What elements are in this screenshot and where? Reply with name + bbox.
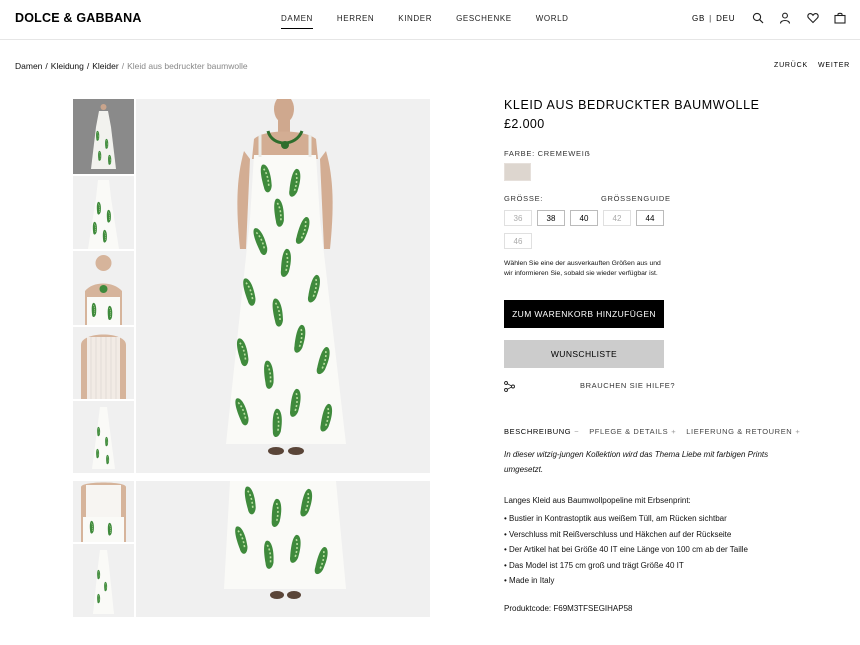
breadcrumb-kleider[interactable]: Kleider [92,61,118,71]
lang-separator: | [709,14,713,23]
breadcrumb-separator: / [45,61,48,71]
site-header: DOLCE & GABBANA DAMEN HERREN KINDER GESC… [0,0,860,40]
size-guide-link[interactable]: GRÖSSENGUIDE [601,194,671,203]
list-item: Verschluss mit Reißverschluss und Häkche… [504,527,748,543]
brand-logo[interactable]: DOLCE & GABBANA [15,11,142,25]
bag-icon[interactable] [834,12,846,24]
thumbnail-front-body[interactable] [73,176,134,249]
thumbnail-back-full[interactable] [73,401,134,473]
heart-icon[interactable] [807,12,819,24]
color-swatch-cremeweiss[interactable] [504,163,531,181]
country-code: GB [692,14,706,23]
size-option-42[interactable]: 42 [603,210,631,226]
account-icon[interactable] [779,12,791,24]
out-of-stock-note: Wählen Sie eine der ausverkauften Größen… [504,260,661,277]
size-option-44[interactable]: 44 [636,210,664,226]
tab-lieferung-retouren[interactable]: LIEFERUNG & RETOUREN + [686,427,800,436]
tab-label: PFLEGE & DETAILS [589,427,669,436]
breadcrumb-kleidung[interactable]: Kleidung [51,61,84,71]
thumbnail-side-full[interactable] [73,544,134,617]
help-link[interactable]: BRAUCHEN SIE HILFE? [580,381,675,390]
nav-world[interactable]: WORLD [536,14,569,28]
list-item: Made in Italy [504,573,748,589]
search-icon[interactable] [752,12,764,24]
plus-icon: + [795,427,801,436]
next-link[interactable]: WEITER [818,62,850,69]
thumbnail-detail-necklace[interactable] [73,251,134,325]
tab-beschreibung[interactable]: BESCHREIBUNG − [504,427,579,436]
share-icon[interactable] [504,381,515,392]
breadcrumb-separator: / [86,61,90,71]
breadcrumb-damen[interactable]: Damen [15,61,42,71]
nav-kinder[interactable]: KINDER [398,14,432,28]
description-intro: In dieser witzig-jungen Kollektion wird … [504,450,769,474]
nav-geschenke[interactable]: GESCHENKE [456,14,512,28]
nav-damen[interactable]: DAMEN [281,14,313,29]
thumbnail-back-tulle[interactable] [73,327,134,399]
thumbnail-back-closeup[interactable] [73,481,134,542]
list-item: Bustier in Kontrastoptik aus weißem Tüll… [504,511,748,527]
size-option-38[interactable]: 38 [537,210,565,226]
tab-label: BESCHREIBUNG [504,427,572,436]
list-item: Das Model ist 175 cm groß und trägt Größ… [504,558,748,574]
wishlist-button[interactable]: WUNSCHLISTE [504,340,664,368]
minus-icon: − [574,427,580,436]
product-code: Produktcode: F69M3TFSEGIHAP58 [504,604,633,613]
add-to-cart-button[interactable]: ZUM WARENKORB HINZUFÜGEN [504,300,664,328]
language-selector[interactable]: GB | DEU [692,14,735,23]
breadcrumb-separator: / [121,61,125,71]
breadcrumb: Damen / Kleidung / Kleider / Kleid aus bedruck… [15,61,248,71]
nav-herren[interactable]: HERREN [337,14,374,28]
product-title: KLEID AUS BEDRUCKTER BAUMWOLLE [504,98,760,112]
plus-icon: + [671,427,677,436]
size-option-46[interactable]: 46 [504,233,532,249]
size-label: GRÖSSE: [504,194,544,203]
product-image-main[interactable] [136,99,430,473]
list-item: Der Artikel hat bei Größe 40 IT eine Län… [504,542,748,558]
description-bullets: Bustier in Kontrastoptik aus weißem Tüll… [504,511,748,589]
description-heading: Langes Kleid aus Baumwollpopeline mit Er… [504,496,691,505]
product-image-secondary[interactable] [136,481,430,617]
info-tabs: BESCHREIBUNG − PFLEGE & DETAILS + LIEFERUN… [504,427,810,436]
size-option-40[interactable]: 40 [570,210,598,226]
color-label: FARBE: CREMEWEIẞ [504,149,591,158]
main-nav: DAMEN HERREN KINDER GESCHENKE WORLD [281,14,593,29]
thumbnail-front-full[interactable] [73,99,134,174]
size-option-36[interactable]: 36 [504,210,532,226]
breadcrumb-current: Kleid aus bedruckter baumwolle [127,61,248,71]
product-price: £2.000 [504,117,545,131]
tab-label: LIEFERUNG & RETOUREN [686,427,793,436]
back-link[interactable]: ZURÜCK [774,62,808,69]
language-code: DEU [716,14,736,23]
tab-pflege-details[interactable]: PFLEGE & DETAILS + [589,427,676,436]
